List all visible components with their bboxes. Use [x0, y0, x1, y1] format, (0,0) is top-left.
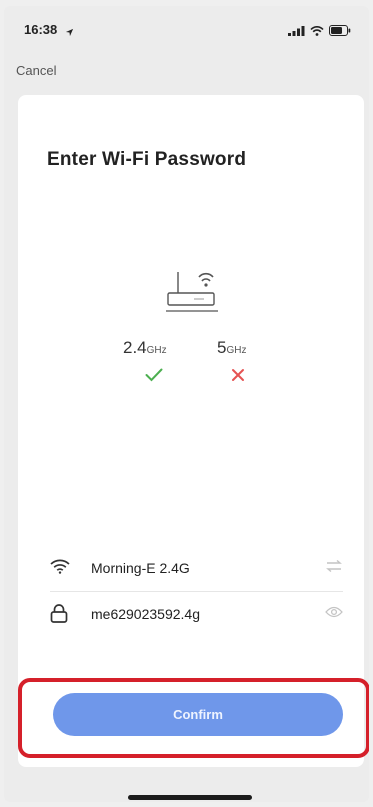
signal-icon — [288, 23, 305, 41]
lock-icon — [50, 604, 68, 628]
band-2-4ghz-unit: GHz — [146, 345, 167, 356]
wifi-icon — [310, 23, 324, 41]
battery-icon — [329, 23, 351, 41]
wifi-icon — [50, 558, 70, 579]
wifi-name-field[interactable]: Morning-E 2.4G — [50, 547, 343, 592]
status-icons — [288, 23, 351, 41]
wifi-name-value: Morning-E 2.4G — [91, 560, 190, 576]
page-title: Enter Wi-Fi Password — [47, 149, 247, 170]
check-icon — [145, 368, 163, 387]
phone-screen: 16:38 Cancel Enter Wi-Fi Password 2.4GHz… — [4, 6, 369, 802]
band-5ghz: 5GHz — [217, 338, 246, 358]
home-indicator — [128, 795, 252, 800]
switch-network-icon[interactable] — [325, 559, 343, 578]
band-5ghz-unit: GHz — [226, 345, 247, 356]
confirm-button[interactable]: Confirm — [53, 693, 343, 736]
band-2-4ghz: 2.4GHz — [123, 338, 167, 358]
password-field[interactable]: me629023592.4g — [50, 593, 343, 637]
router-icon — [164, 271, 220, 324]
band-2-4ghz-value: 2.4 — [123, 338, 147, 357]
cross-icon — [231, 368, 245, 387]
location-arrow-icon — [65, 24, 74, 42]
status-time: 16:38 — [24, 22, 58, 37]
eye-icon[interactable] — [325, 605, 343, 623]
password-value: me629023592.4g — [91, 606, 200, 622]
status-bar: 16:38 — [4, 6, 369, 48]
cancel-button[interactable]: Cancel — [16, 63, 56, 78]
password-card: Enter Wi-Fi Password 2.4GHz 5GHz Morning… — [18, 95, 364, 767]
